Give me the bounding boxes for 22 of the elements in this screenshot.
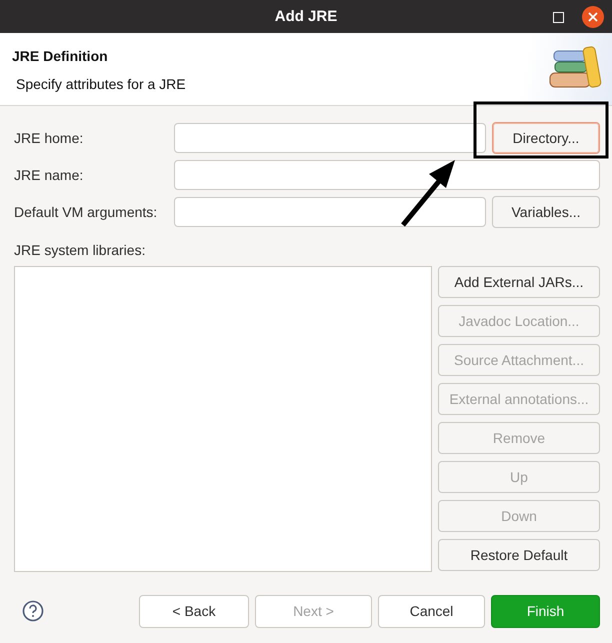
wizard-button[interactable]: Cancel bbox=[378, 594, 485, 628]
library-button[interactable]: Restore Default bbox=[438, 539, 600, 571]
page-title: JRE Definition bbox=[12, 48, 109, 64]
input-field[interactable] bbox=[174, 197, 486, 227]
window-title: Add JRE bbox=[274, 8, 338, 25]
field-label: JRE name: bbox=[14, 167, 84, 183]
close-button[interactable] bbox=[582, 6, 604, 28]
help-icon[interactable] bbox=[22, 600, 44, 622]
input-field[interactable] bbox=[174, 160, 600, 190]
library-button[interactable]: Add External JARs... bbox=[438, 266, 600, 298]
pointer-arrow bbox=[401, 160, 455, 227]
wizard-button[interactable]: < Back bbox=[139, 594, 249, 628]
browse-button[interactable]: Directory... bbox=[492, 122, 600, 154]
wizard-button[interactable]: Finish bbox=[491, 594, 600, 628]
field-label: Default VM arguments: bbox=[14, 204, 158, 220]
section-label: JRE system libraries: bbox=[14, 242, 146, 258]
maximize-icon[interactable] bbox=[553, 12, 564, 22]
field-label: JRE home: bbox=[14, 130, 84, 146]
close-icon bbox=[588, 12, 598, 22]
browse-button[interactable]: Variables... bbox=[492, 196, 600, 228]
input-field[interactable] bbox=[174, 123, 486, 153]
page-description: Specify attributes for a JRE bbox=[15, 76, 186, 92]
